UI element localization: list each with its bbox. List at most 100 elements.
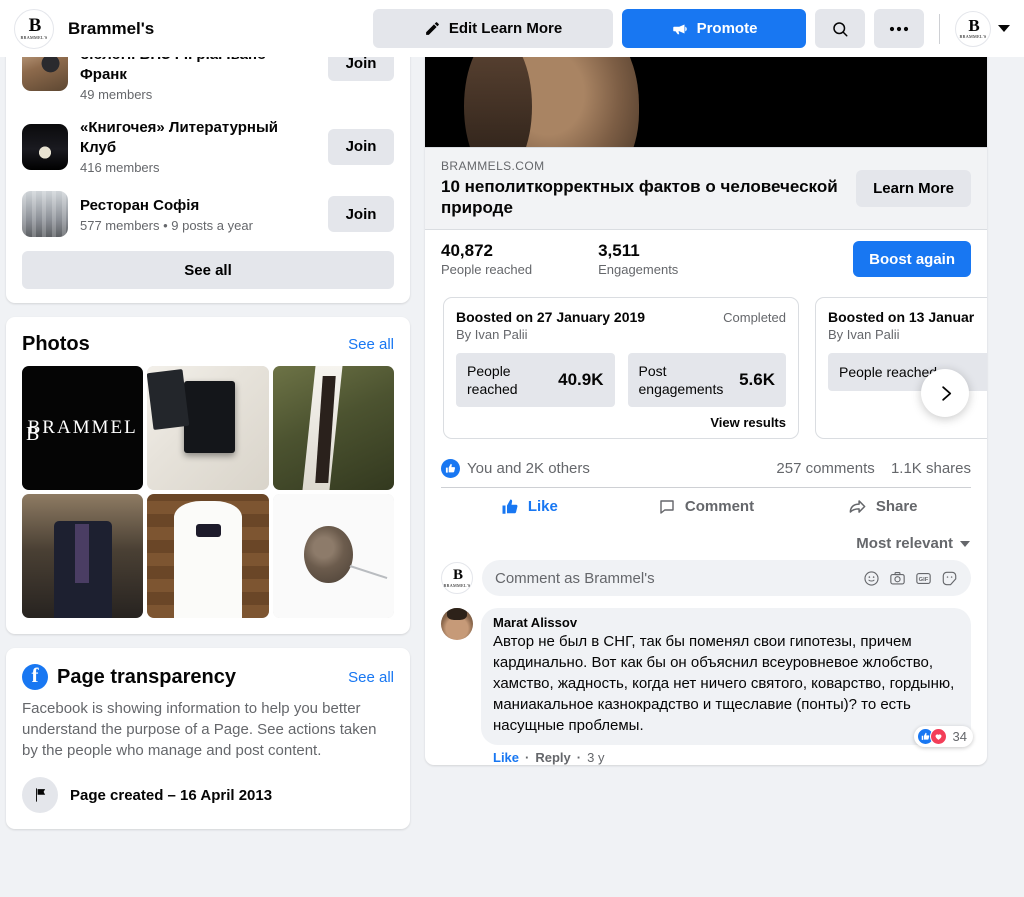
reaction-summary-row: You and 2K others 257 comments 1.1K shar… — [425, 449, 987, 487]
boost-card[interactable]: Boosted on 13 Januar By Ivan Palii Peopl… — [815, 297, 987, 439]
boost-again-button[interactable]: Boost again — [853, 241, 971, 277]
share-button[interactable]: Share — [794, 488, 971, 525]
boost-history-carousel: Boosted on 27 January 2019 Completed By … — [425, 289, 987, 449]
comment-composer-row: B BRAMMEL'S Comment as Brammel's GIF — [425, 556, 987, 604]
photo-thumbnail[interactable] — [272, 494, 394, 618]
flag-icon — [22, 777, 58, 813]
page-avatar[interactable]: B BRAMMEL'S — [14, 8, 54, 49]
page-transparency-see-all-link[interactable]: See all — [348, 669, 394, 686]
search-icon — [831, 20, 849, 38]
composer-avatar: B BRAMMEL'S — [441, 562, 473, 594]
view-results-link[interactable]: View results — [456, 415, 786, 430]
boost-metric-value: 40.9K — [558, 370, 604, 389]
boost-card-author: By Ivan Palii — [828, 327, 900, 342]
comments-count[interactable]: 257 comments — [776, 460, 874, 477]
comment-like-button[interactable]: Like — [493, 750, 519, 765]
stat-label: Engagements — [598, 262, 679, 277]
comment-body: Marat Alissov Автор не был в СНГ, так бы… — [481, 608, 973, 765]
post-card: BRAMMELS.COM 10 неполиткорректных фактов… — [425, 45, 987, 765]
facebook-page-screen: B BRAMMEL'S Brammel's Edit Learn More Pr… — [0, 0, 1024, 897]
share-label: Share — [875, 498, 918, 515]
link-title: 10 неполиткорректных фактов о человеческ… — [441, 177, 838, 217]
sticker-icon[interactable] — [941, 570, 958, 587]
composer-avatar-monogram: B — [452, 566, 463, 583]
link-domain: BRAMMELS.COM — [441, 159, 545, 173]
comment-reply-button[interactable]: Reply — [535, 750, 570, 765]
group-meta: 577 members • 9 posts a year — [80, 217, 253, 233]
comment-author[interactable]: Marat Alissov — [493, 615, 959, 630]
carousel-next-button[interactable] — [921, 369, 969, 417]
page-transparency-body: Facebook is showing information to help … — [22, 700, 377, 759]
group-info: «Книгочея» Литературный Клуб 416 members — [80, 118, 316, 175]
account-switcher[interactable]: B BRAMMEL'S — [955, 10, 1010, 47]
boost-card-title: Boosted on 13 Januar — [828, 309, 975, 325]
comment-input-placeholder: Comment as Brammel's — [495, 569, 655, 587]
comment-item: Marat Alissov Автор не был в СНГ, так бы… — [425, 604, 987, 765]
ellipsis-icon — [889, 26, 909, 32]
photo-thumbnail[interactable] — [147, 366, 269, 490]
boost-card-title: Boosted on 27 January 2019 — [456, 309, 646, 325]
photos-see-all-link[interactable]: See all — [348, 336, 394, 353]
separator-dot: · — [576, 750, 582, 765]
reactions-summary-text[interactable]: You and 2K others — [467, 460, 590, 477]
comment-footer: Like · Reply · 3 y 34 — [481, 726, 973, 765]
more-options-button[interactable] — [874, 9, 924, 48]
edit-learn-more-button[interactable]: Edit Learn More — [373, 9, 613, 48]
group-info: Ресторан Софія 577 members • 9 posts a y… — [80, 196, 316, 233]
comment-button[interactable]: Comment — [618, 488, 795, 525]
groups-see-all-button[interactable]: See all — [22, 251, 394, 289]
post-action-bar: Like Comment Share — [441, 487, 971, 525]
boost-metric: People reached 40.9K — [456, 353, 615, 407]
chevron-right-icon — [936, 384, 955, 403]
photo-grid: B BRAMMEL — [6, 366, 410, 634]
photos-card: Photos See all B BRAMMEL — [6, 317, 410, 634]
facebook-logo-icon: f — [22, 664, 48, 690]
photo-thumbnail[interactable] — [147, 494, 269, 618]
emoji-icon[interactable] — [863, 570, 880, 587]
comment-reactions-badge[interactable]: 34 — [913, 726, 973, 747]
account-avatar-subtext: BRAMMEL'S — [959, 34, 987, 39]
thumbs-up-icon — [501, 498, 519, 516]
account-avatar-monogram: B — [968, 16, 979, 35]
join-button[interactable]: Join — [328, 128, 394, 165]
comment-input[interactable]: Comment as Brammel's GIF — [482, 560, 971, 596]
promote-button[interactable]: Promote — [622, 9, 806, 48]
left-sidebar: біології ВНЗ І-ІІ р.а. Івано-Франк 49 me… — [6, 45, 410, 843]
page-transparency-title: Page transparency — [57, 665, 236, 688]
camera-icon[interactable] — [889, 570, 906, 587]
promote-label: Promote — [696, 20, 758, 37]
shares-count[interactable]: 1.1K shares — [891, 460, 971, 477]
boost-metric-value: 5.6K — [739, 370, 775, 389]
list-item[interactable]: Ресторан Софія 577 members • 9 posts a y… — [6, 183, 410, 245]
list-item[interactable]: «Книгочея» Литературный Клуб 416 members… — [6, 110, 410, 183]
like-button[interactable]: Like — [441, 488, 618, 525]
photos-title: Photos — [22, 333, 90, 355]
edit-learn-more-label: Edit Learn More — [448, 20, 563, 37]
stat-engagements: 3,511 Engagements — [598, 241, 678, 277]
page-title: Brammel's — [68, 18, 155, 38]
boost-card-header: Boosted on 27 January 2019 Completed — [456, 309, 786, 325]
post-image[interactable] — [425, 45, 987, 147]
avatar[interactable] — [441, 608, 473, 640]
speech-bubble-icon — [658, 498, 676, 516]
boost-card-metrics: People reached 40.9K Post engagements 5.… — [456, 353, 786, 407]
boost-card[interactable]: Boosted on 27 January 2019 Completed By … — [443, 297, 799, 439]
search-button[interactable] — [815, 9, 865, 48]
link-preview-text: BRAMMELS.COM 10 неполиткорректных фактов… — [441, 159, 842, 218]
account-avatar[interactable]: B BRAMMEL'S — [955, 10, 991, 47]
comment-text: Автор не был в СНГ, так бы поменял свои … — [493, 633, 955, 734]
boost-card-author: By Ivan Palii — [456, 327, 528, 342]
boost-metric-label: Post engagements — [638, 363, 724, 397]
gif-icon[interactable]: GIF — [915, 570, 932, 587]
photo-thumbnail[interactable] — [22, 494, 144, 618]
comment-sort-selector[interactable]: Most relevant — [425, 525, 987, 556]
join-button[interactable]: Join — [328, 196, 394, 232]
photo-thumbnail[interactable] — [272, 366, 394, 490]
link-preview[interactable]: BRAMMELS.COM 10 неполиткорректных фактов… — [425, 147, 987, 230]
chevron-down-icon — [960, 540, 970, 547]
stat-value: 40,872 — [441, 241, 493, 260]
composer-avatar-subtext: BRAMMEL'S — [443, 582, 471, 588]
chevron-down-icon[interactable] — [998, 25, 1010, 32]
learn-more-button[interactable]: Learn More — [856, 170, 971, 207]
photo-thumbnail[interactable]: B BRAMMEL — [22, 366, 144, 490]
